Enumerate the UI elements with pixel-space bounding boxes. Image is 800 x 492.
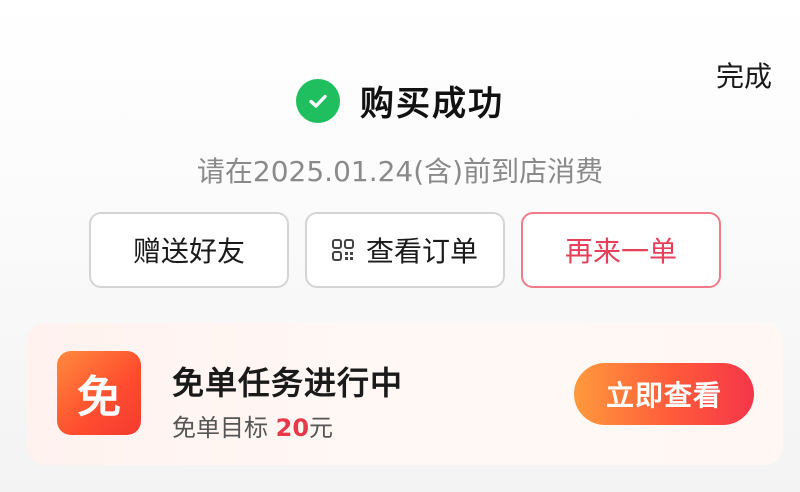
reorder-label: 再来一单: [564, 235, 677, 268]
free-task-card: 免 免单任务进行中 免单目标 20元 立即查看: [27, 323, 783, 465]
target-unit: 元: [309, 414, 334, 442]
view-order-button[interactable]: 查看订单: [305, 212, 505, 288]
target-amount: 20: [275, 414, 310, 442]
qr-code-icon: [331, 239, 354, 261]
view-now-button[interactable]: 立即查看: [574, 363, 754, 425]
free-badge-icon: 免: [57, 351, 141, 435]
action-buttons: 赠送好友 查看订单 再来一单: [89, 212, 721, 288]
success-title: 购买成功: [360, 84, 504, 124]
view-order-label: 查看订单: [365, 235, 478, 268]
gift-friend-label: 赠送好友: [132, 235, 245, 268]
free-task-title: 免单任务进行中: [172, 364, 404, 402]
gift-friend-button[interactable]: 赠送好友: [89, 212, 289, 288]
target-prefix: 免单目标: [172, 414, 268, 442]
free-task-target: 免单目标 20元: [172, 408, 333, 443]
reorder-button[interactable]: 再来一单: [521, 212, 721, 288]
check-circle-icon: [296, 78, 340, 123]
success-row: 购买成功: [0, 76, 800, 125]
consume-deadline-notice: 请在2025.01.24(含)前到店消费: [196, 155, 604, 188]
